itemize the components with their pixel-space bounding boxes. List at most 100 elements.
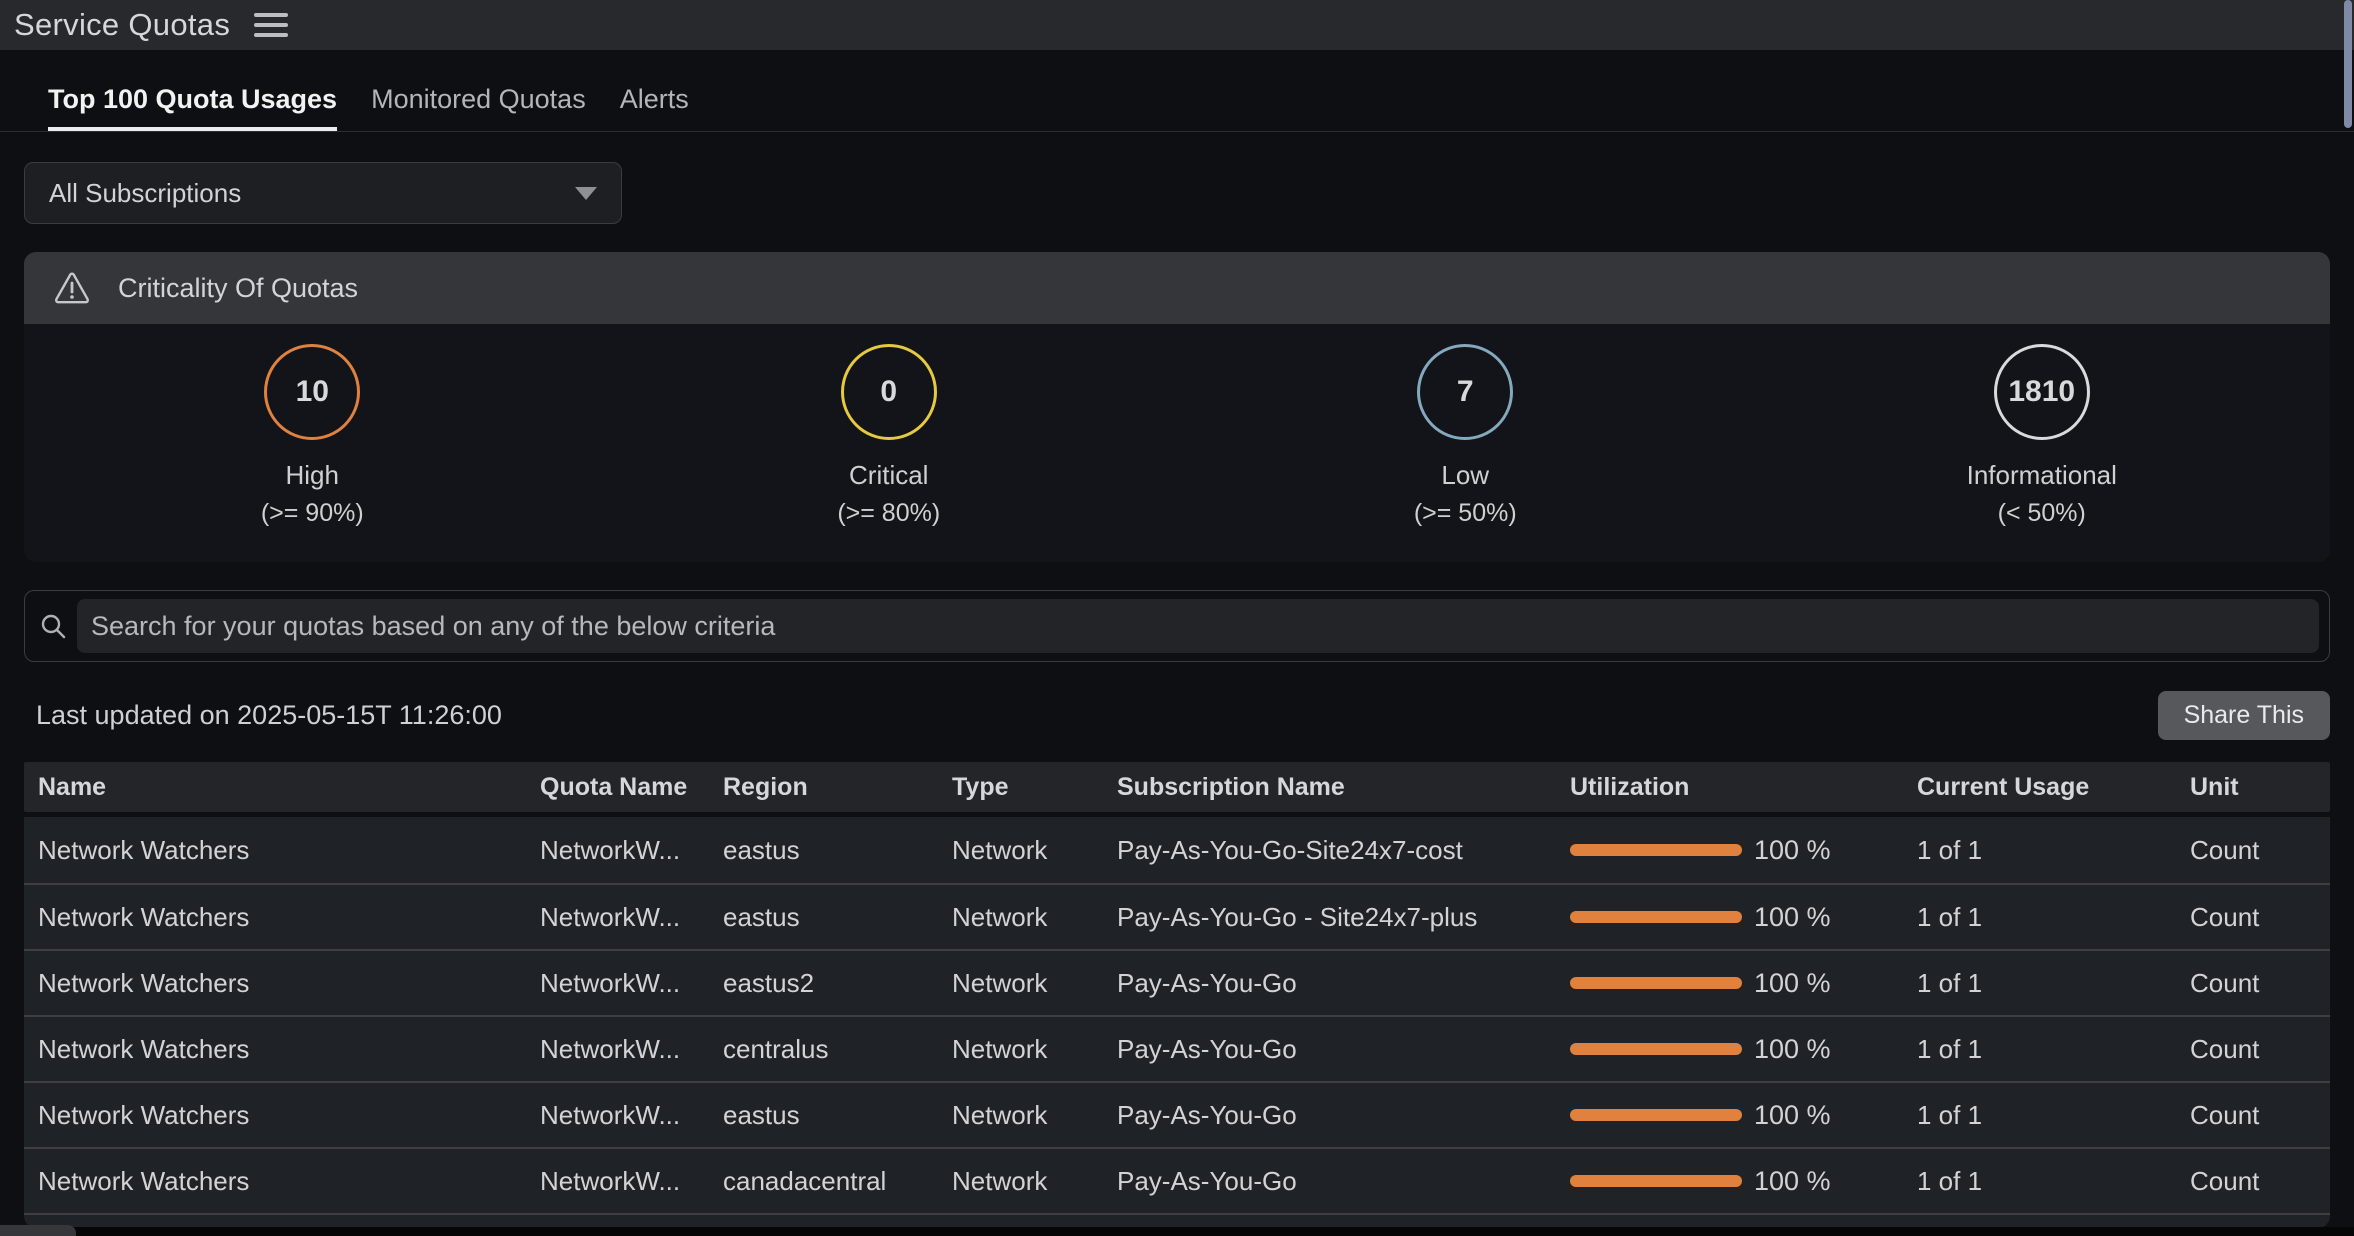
criticality-range: (>= 80%) xyxy=(837,499,940,528)
table-row[interactable]: Network Watchers NetworkW... eastus Netw… xyxy=(24,883,2330,949)
cell-quota-name: NetworkW... xyxy=(540,902,723,933)
criticality-range: (< 50%) xyxy=(1998,499,2086,528)
cell-region: eastus xyxy=(723,902,952,933)
utilization-percent: 100 % xyxy=(1754,968,1831,999)
window-corner-element xyxy=(0,1225,76,1236)
cell-quota-name: NetworkW... xyxy=(540,1034,723,1065)
criticality-count: 0 xyxy=(880,375,897,409)
cell-utilization: 100 % xyxy=(1570,1100,1917,1131)
criticality-range: (>= 50%) xyxy=(1414,499,1517,528)
cell-utilization: 100 % xyxy=(1570,1034,1917,1065)
criticality-label: High xyxy=(286,460,339,491)
cell-subscription-name: Pay-As-You-Go xyxy=(1117,1100,1570,1131)
criticality-panel-header: Criticality Of Quotas xyxy=(24,252,2330,324)
cell-type: Network xyxy=(952,968,1117,999)
cell-quota-name: NetworkW... xyxy=(540,1166,723,1197)
utilization-bar xyxy=(1570,1175,1742,1187)
criticality-item: 1810 Informational (< 50%) xyxy=(1754,344,2331,562)
column-header-quota-name: Quota Name xyxy=(540,773,723,802)
utilization-percent: 100 % xyxy=(1754,902,1831,933)
cell-name: Network Watchers xyxy=(38,902,540,933)
cell-unit: Count xyxy=(2190,1166,2330,1197)
criticality-count-circle: 10 xyxy=(264,344,360,440)
criticality-range: (>= 90%) xyxy=(261,499,364,528)
column-header-subscription-name: Subscription Name xyxy=(1117,773,1570,802)
cell-region: eastus xyxy=(723,835,952,866)
hamburger-menu-icon[interactable] xyxy=(250,9,292,41)
criticality-label: Informational xyxy=(1967,460,2117,491)
cell-current-usage: 1 of 1 xyxy=(1917,1166,2190,1197)
tab-bar: Top 100 Quota Usages Monitored Quotas Al… xyxy=(0,50,2354,132)
criticality-count-circle: 7 xyxy=(1417,344,1513,440)
criticality-count-circle: 1810 xyxy=(1994,344,2090,440)
table-header-row: Name Quota Name Region Type Subscription… xyxy=(24,762,2330,812)
subscription-filter-dropdown[interactable]: All Subscriptions xyxy=(24,162,622,224)
search-input[interactable] xyxy=(77,599,2319,653)
tab-top-100-quota-usages[interactable]: Top 100 Quota Usages xyxy=(48,84,337,131)
table-row[interactable]: Network Watchers NetworkW... eastus Netw… xyxy=(24,817,2330,883)
cell-utilization: 100 % xyxy=(1570,902,1917,933)
column-header-region: Region xyxy=(723,773,952,802)
cell-subscription-name: Pay-As-You-Go - Site24x7-plus xyxy=(1117,902,1570,933)
criticality-item: 10 High (>= 90%) xyxy=(24,344,601,562)
table-row[interactable]: Network Watchers NetworkW... centralus N… xyxy=(24,1015,2330,1081)
cell-quota-name: NetworkW... xyxy=(540,835,723,866)
app-header: Service Quotas xyxy=(0,0,2354,50)
cell-quota-name: NetworkW... xyxy=(540,968,723,999)
criticality-label: Critical xyxy=(849,460,928,491)
column-header-type: Type xyxy=(952,773,1117,802)
cell-quota-name: NetworkW... xyxy=(540,1100,723,1131)
subscription-filter-value: All Subscriptions xyxy=(49,178,241,209)
cell-region: eastus2 xyxy=(723,968,952,999)
criticality-summary: 10 High (>= 90%) 0 Critical (>= 80%) 7 xyxy=(24,324,2330,562)
cell-unit: Count xyxy=(2190,968,2330,999)
cell-type: Network xyxy=(952,1166,1117,1197)
cell-name: Network Watchers xyxy=(38,1034,540,1065)
cell-subscription-name: Pay-As-You-Go-Site24x7-cost xyxy=(1117,835,1570,866)
cell-unit: Count xyxy=(2190,1034,2330,1065)
cell-region: centralus xyxy=(723,1034,952,1065)
utilization-bar xyxy=(1570,1109,1742,1121)
table-row[interactable]: Network Watchers NetworkW... canadacentr… xyxy=(24,1147,2330,1213)
table-row[interactable]: Standard BS Family vCPUs standardB... ea… xyxy=(24,1213,2330,1228)
criticality-count: 1810 xyxy=(2008,375,2075,409)
tab-monitored-quotas[interactable]: Monitored Quotas xyxy=(371,84,586,131)
cell-type: Network xyxy=(952,1034,1117,1065)
cell-type: Network xyxy=(952,835,1117,866)
warning-triangle-icon xyxy=(54,272,90,304)
cell-utilization: 100 % xyxy=(1570,835,1917,866)
utilization-percent: 100 % xyxy=(1754,1100,1831,1131)
utilization-percent: 100 % xyxy=(1754,835,1831,866)
cell-name: Network Watchers xyxy=(38,835,540,866)
page-title: Service Quotas xyxy=(14,7,230,43)
criticality-panel: Criticality Of Quotas 10 High (>= 90%) 0… xyxy=(24,252,2330,562)
cell-subscription-name: Pay-As-You-Go xyxy=(1117,968,1570,999)
criticality-count: 10 xyxy=(296,375,329,409)
status-row: Last updated on 2025-05-15T 11:26:00 Sha… xyxy=(24,690,2330,740)
column-header-unit: Unit xyxy=(2190,773,2330,802)
cell-name: Network Watchers xyxy=(38,968,540,999)
window-bottom-edge xyxy=(0,1227,2354,1236)
table-row[interactable]: Network Watchers NetworkW... eastus Netw… xyxy=(24,1081,2330,1147)
cell-current-usage: 1 of 1 xyxy=(1917,1034,2190,1065)
criticality-count-circle: 0 xyxy=(841,344,937,440)
cell-name: Network Watchers xyxy=(38,1166,540,1197)
cell-unit: Count xyxy=(2190,1100,2330,1131)
cell-name: Network Watchers xyxy=(38,1100,540,1131)
cell-type: Network xyxy=(952,902,1117,933)
search-icon xyxy=(39,612,67,640)
utilization-percent: 100 % xyxy=(1754,1034,1831,1065)
cell-utilization: 100 % xyxy=(1570,968,1917,999)
vertical-scrollbar-thumb[interactable] xyxy=(2344,0,2352,128)
quota-search-bar xyxy=(24,590,2330,662)
utilization-bar xyxy=(1570,911,1742,923)
share-this-button[interactable]: Share This xyxy=(2158,691,2330,740)
table-row[interactable]: Network Watchers NetworkW... eastus2 Net… xyxy=(24,949,2330,1015)
cell-region: canadacentral xyxy=(723,1166,952,1197)
table-body: Network Watchers NetworkW... eastus Netw… xyxy=(24,817,2330,1228)
column-header-utilization: Utilization xyxy=(1570,773,1917,802)
main-content: All Subscriptions Criticality Of Quotas … xyxy=(0,162,2354,1228)
cell-utilization: 100 % xyxy=(1570,1166,1917,1197)
column-header-name: Name xyxy=(38,773,540,802)
tab-alerts[interactable]: Alerts xyxy=(620,84,689,131)
